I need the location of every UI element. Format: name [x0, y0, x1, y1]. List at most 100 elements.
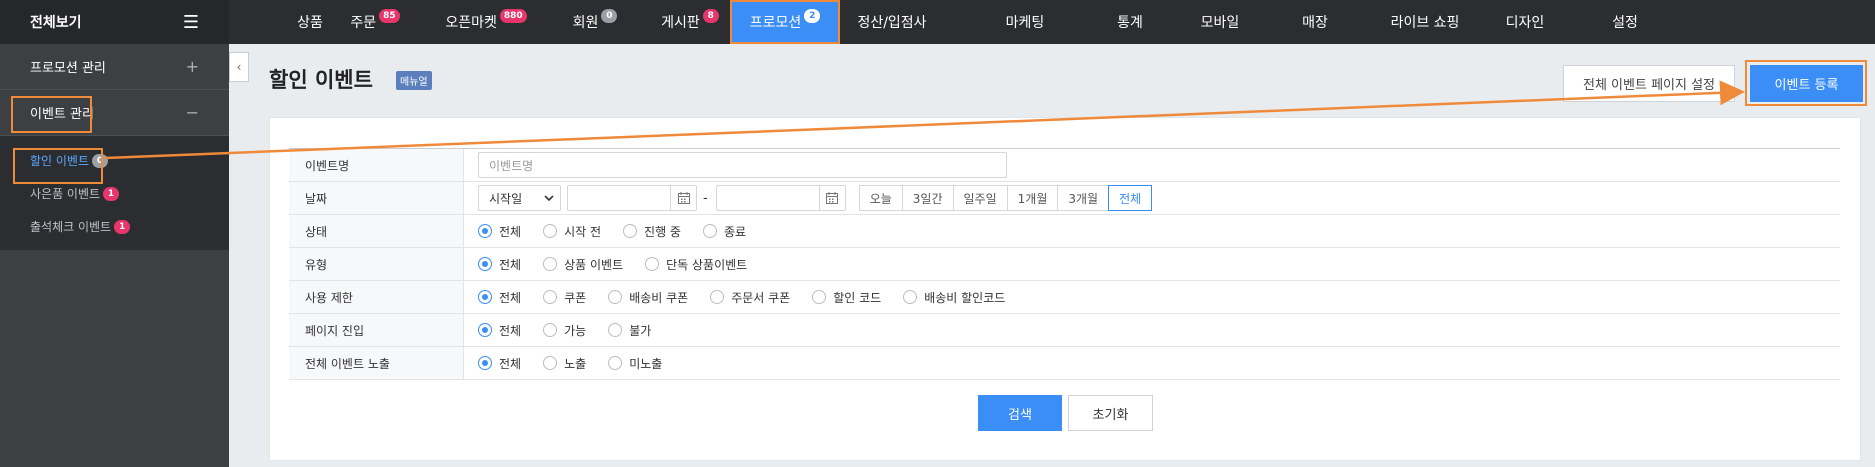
sidebar-section-label: 이벤트 관리 [30, 107, 94, 122]
hamburger-icon[interactable]: ☰ [183, 12, 199, 33]
radio-circle-icon[interactable] [903, 290, 918, 304]
chevron-left-icon: ‹ [236, 60, 242, 74]
radio-circle-icon[interactable] [608, 290, 623, 304]
nav-item-label: 라이브 쇼핑 [1390, 15, 1460, 31]
date-range-buttons: 오늘 3일간 일주일 1개월 3개월 전체 [858, 185, 1153, 211]
event-name-input[interactable]: 이벤트명 [478, 152, 1007, 178]
radio-circle-icon[interactable] [543, 257, 558, 271]
page-entry-radio[interactable]: 가능 [543, 322, 586, 339]
usage-radio[interactable]: 쿠폰 [543, 289, 586, 306]
sidebar-item-attendance-event[interactable]: 출석체크 이벤트 1 [0, 210, 229, 243]
calendar-icon[interactable] [818, 186, 845, 210]
radio-circle-icon[interactable] [702, 224, 717, 238]
exposure-radio[interactable]: 전체 [478, 355, 521, 372]
page-entry-radio[interactable]: 전체 [478, 322, 521, 339]
nav-item-7[interactable]: 마케팅 [990, 0, 1060, 44]
radio-label: 전체 [499, 224, 522, 239]
exposure-radio[interactable]: 노출 [543, 355, 586, 372]
radio-label: 전체 [499, 323, 522, 338]
nav-item-3[interactable]: 회원 0 [570, 0, 620, 44]
radio-circle-icon[interactable] [608, 356, 623, 370]
type-radio[interactable]: 상품 이벤트 [543, 256, 623, 273]
sidebar-section-promotion[interactable]: 프로모션 관리 + [0, 44, 229, 90]
nav-item-8[interactable]: 통계 [1100, 0, 1160, 44]
reset-button[interactable]: 초기화 [1068, 395, 1153, 431]
sidebar: 프로모션 관리 + 이벤트 관리 − 할인 이벤트 0 사은품 이벤트 1 출석… [0, 44, 229, 467]
sidebar-item-gift-event[interactable]: 사은품 이벤트 1 [0, 177, 229, 210]
type-radio[interactable]: 단독 상품이벤트 [645, 256, 747, 273]
count-badge: 1 [103, 186, 120, 201]
plus-icon[interactable]: + [186, 57, 199, 76]
usage-radio[interactable]: 할인 코드 [812, 289, 881, 306]
manual-link[interactable]: 메뉴얼 [396, 71, 432, 90]
sidebar-item-label: 출석체크 이벤트 [30, 220, 112, 234]
sidebar-item-discount-event[interactable]: 할인 이벤트 0 [0, 144, 229, 177]
nav-item-12[interactable]: 디자인 [1490, 0, 1560, 44]
status-radio[interactable]: 시작 전 [543, 223, 601, 240]
page-entry-radio[interactable]: 불가 [608, 322, 651, 339]
radio-circle-icon[interactable] [543, 356, 558, 370]
radio-circle-icon[interactable] [543, 323, 558, 337]
date-range-button[interactable]: 3개월 [1057, 185, 1110, 211]
radio-circle-icon[interactable] [543, 224, 558, 238]
sidebar-collapse-button[interactable]: ‹ [229, 52, 249, 82]
nav-item-1[interactable]: 주문 85 [345, 0, 405, 44]
radio-circle-icon[interactable] [710, 290, 725, 304]
nav-item-2[interactable]: 오픈마켓 880 [441, 0, 531, 44]
radio-circle-icon[interactable] [543, 290, 558, 304]
nav-item-9[interactable]: 모바일 [1180, 0, 1260, 44]
radio-circle-icon[interactable] [478, 356, 492, 370]
nav-item-13[interactable]: 설정 [1590, 0, 1660, 44]
minus-icon[interactable]: − [186, 103, 199, 122]
radio-circle-icon[interactable] [478, 323, 492, 337]
nav-item-5[interactable]: 프로모션 2 [730, 0, 840, 44]
nav-item-label: 디자인 [1505, 15, 1545, 31]
page-setting-button[interactable]: 전체 이벤트 페이지 설정 [1563, 65, 1735, 102]
nav-item-label: 게시판 [661, 15, 700, 31]
date-range-button[interactable]: 일주일 [952, 185, 1008, 211]
calendar-icon[interactable] [670, 186, 696, 210]
radio-circle-icon[interactable] [478, 224, 492, 238]
sidebar-submenu: 할인 이벤트 0 사은품 이벤트 1 출석체크 이벤트 1 [0, 136, 229, 250]
nav-item-0[interactable]: 상품 [280, 0, 340, 44]
radio-circle-icon[interactable] [812, 290, 827, 304]
nav-item-11[interactable]: 라이브 쇼핑 [1370, 0, 1480, 44]
usage-radio[interactable]: 주문서 쿠폰 [710, 289, 790, 306]
search-button[interactable]: 검색 [978, 395, 1062, 431]
status-radio[interactable]: 전체 [478, 223, 521, 240]
radio-circle-icon[interactable] [623, 224, 638, 238]
radio-circle-icon[interactable] [645, 257, 660, 271]
nav-item-label: 매장 [1302, 15, 1328, 31]
nav-item-4[interactable]: 게시판 8 [655, 0, 725, 44]
date-type-select[interactable]: 시작일 [478, 185, 561, 211]
date-range-button[interactable]: 오늘 [858, 185, 903, 211]
exposure-radio[interactable]: 미노출 [608, 355, 662, 372]
radio-circle-icon[interactable] [478, 290, 492, 304]
radio-label: 상품 이벤트 [564, 257, 624, 272]
nav-item-10[interactable]: 매장 [1290, 0, 1340, 44]
radio-label: 배송비 쿠폰 [629, 290, 689, 305]
status-radio[interactable]: 진행 중 [623, 223, 681, 240]
usage-radio[interactable]: 전체 [478, 289, 521, 306]
status-radio[interactable]: 종료 [702, 223, 746, 240]
start-date-input[interactable] [567, 185, 697, 211]
end-date-input[interactable] [715, 185, 846, 211]
date-range-button[interactable]: 1개월 [1006, 185, 1059, 211]
usage-radio[interactable]: 배송비 할인코드 [903, 289, 1005, 306]
radio-circle-icon[interactable] [608, 323, 623, 337]
usage-radio[interactable]: 배송비 쿠폰 [608, 289, 688, 306]
radio-label: 전체 [499, 257, 522, 272]
view-all-button[interactable]: 전체보기 ☰ [0, 0, 229, 44]
nav-badge: 880 [499, 9, 527, 23]
sidebar-section-event[interactable]: 이벤트 관리 − [0, 90, 229, 136]
date-range-button[interactable]: 3일간 [901, 185, 954, 211]
radio-circle-icon[interactable] [478, 257, 492, 271]
type-radio[interactable]: 전체 [478, 256, 521, 273]
radio-label: 미노출 [629, 356, 663, 371]
date-range-button[interactable]: 전체 [1108, 185, 1153, 211]
nav-badge: 85 [379, 9, 400, 23]
nav-item-6[interactable]: 정산/입점사 [842, 0, 942, 44]
field-label: 날짜 [289, 182, 464, 214]
register-event-button[interactable]: 이벤트 등록 [1750, 65, 1863, 102]
radio-label: 쿠폰 [564, 290, 587, 305]
